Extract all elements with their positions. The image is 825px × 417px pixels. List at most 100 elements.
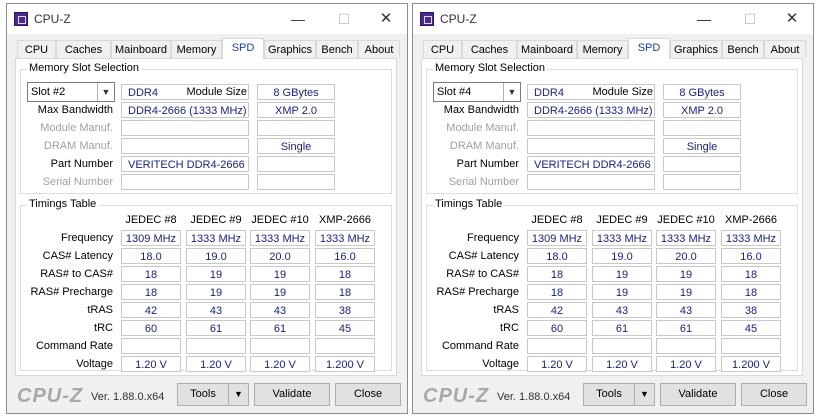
timing-value (315, 338, 375, 354)
slot-select[interactable]: Slot #4 ▼ (433, 82, 521, 102)
tab-cpu[interactable]: CPU (17, 40, 56, 58)
timing-row-label: tRC (94, 322, 113, 334)
module-manuf-label: Module Manuf. (446, 122, 519, 134)
timing-value (186, 338, 246, 354)
registered-value (663, 174, 741, 190)
cpuz-app-icon (420, 12, 434, 26)
window-title: CPU-Z (440, 12, 477, 26)
module-size-label: Module Size (592, 86, 653, 98)
tab-mainboard[interactable]: Mainboard (111, 40, 171, 58)
timings-table-title: Timings Table (27, 198, 99, 210)
dram-manuf-value (527, 138, 655, 154)
timing-value: 18 (721, 266, 781, 282)
memory-slot-selection-group: Memory Slot Selection Slot #2 ▼ DDR4 Module … (20, 62, 392, 194)
timing-value (721, 338, 781, 354)
tools-button[interactable]: Tools ▼ (177, 383, 249, 406)
timing-value: 1.20 V (186, 356, 246, 372)
tab-graphics[interactable]: Graphics (670, 40, 722, 58)
timing-value: 1.200 V (315, 356, 375, 372)
minimize-icon[interactable]: — (287, 9, 309, 29)
timing-value: 42 (527, 302, 587, 318)
timing-value (527, 338, 587, 354)
timing-value: 61 (250, 320, 310, 336)
serial-number-label: Serial Number (42, 176, 113, 188)
timing-value: 43 (656, 302, 716, 318)
tools-button[interactable]: Tools ▼ (583, 383, 655, 406)
close-button[interactable]: Close (741, 383, 807, 406)
spd-panel: Memory Slot Selection Slot #2 ▼ DDR4 Module … (15, 58, 397, 376)
timing-value: 16.0 (315, 248, 375, 264)
slot-select[interactable]: Slot #2 ▼ (27, 82, 115, 102)
cpuz-window-right: CPU-Z — ☐ ✕ CPU Caches Mainboard Memory SPD Graph… (412, 3, 814, 414)
tab-memory[interactable]: Memory (577, 40, 628, 58)
tab-about[interactable]: About (358, 40, 400, 58)
tab-graphics[interactable]: Graphics (264, 40, 316, 58)
timing-value: 61 (186, 320, 246, 336)
maximize-icon[interactable]: ☐ (333, 9, 355, 29)
tab-about[interactable]: About (764, 40, 806, 58)
memory-slot-selection-title: Memory Slot Selection (27, 62, 142, 74)
timing-column-header: JEDEC #8 (531, 214, 583, 226)
timing-value: 45 (315, 320, 375, 336)
timing-row-label: RAS# Precharge (436, 286, 519, 298)
part-number-value: VERITECH DDR4-2666 (121, 156, 249, 172)
timing-value: 1333 MHz (721, 230, 781, 246)
timing-value: 1.20 V (250, 356, 310, 372)
tab-mainboard[interactable]: Mainboard (517, 40, 577, 58)
tab-spd[interactable]: SPD (222, 38, 264, 59)
max-bandwidth-label: Max Bandwidth (443, 104, 519, 116)
timing-value: 1.200 V (721, 356, 781, 372)
dropdown-arrow-icon[interactable]: ▼ (228, 384, 248, 405)
timing-value: 19 (250, 284, 310, 300)
timing-column-header: JEDEC #9 (596, 214, 648, 226)
validate-button[interactable]: Validate (660, 383, 736, 406)
cpuz-logo: CPU-Z (423, 385, 490, 407)
timing-column-header: JEDEC #9 (190, 214, 242, 226)
timing-value: 1.20 V (527, 356, 587, 372)
tab-memory[interactable]: Memory (171, 40, 222, 58)
timing-value: 19 (186, 284, 246, 300)
timing-value: 1333 MHz (656, 230, 716, 246)
ranks-value: Single (663, 138, 741, 154)
tab-cpu[interactable]: CPU (423, 40, 462, 58)
max-bandwidth-value: DDR4-2666 (1333 MHz) (121, 102, 249, 118)
module-size-value: 8 GBytes (663, 84, 741, 100)
maximize-icon[interactable]: ☐ (739, 9, 761, 29)
timing-value: 18 (527, 266, 587, 282)
timing-value: 19 (656, 266, 716, 282)
tab-bench[interactable]: Bench (316, 40, 358, 58)
tab-caches[interactable]: Caches (56, 40, 111, 58)
timings-table-title: Timings Table (433, 198, 505, 210)
chevron-down-icon[interactable]: ▼ (97, 83, 114, 101)
timing-value: 43 (250, 302, 310, 318)
part-number-label: Part Number (456, 158, 519, 170)
close-button[interactable]: Close (335, 383, 401, 406)
minimize-icon[interactable]: — (693, 9, 715, 29)
timing-value: 18 (121, 284, 181, 300)
serial-number-label: Serial Number (448, 176, 519, 188)
timing-value: 60 (527, 320, 587, 336)
timing-value (250, 338, 310, 354)
slot-select-value: Slot #4 (437, 86, 472, 98)
cpuz-window-left: CPU-Z — ☐ ✕ CPU Caches Mainboard Memory SPD Graph… (6, 3, 408, 414)
chevron-down-icon[interactable]: ▼ (503, 83, 520, 101)
validate-button[interactable]: Validate (254, 383, 330, 406)
timing-row-label: Frequency (467, 232, 519, 244)
tab-caches[interactable]: Caches (462, 40, 517, 58)
timing-value: 1.20 V (121, 356, 181, 372)
tab-bench[interactable]: Bench (722, 40, 764, 58)
timing-column-header: XMP-2666 (725, 214, 777, 226)
dropdown-arrow-icon[interactable]: ▼ (634, 384, 654, 405)
close-icon[interactable]: ✕ (781, 9, 803, 29)
timing-column-header: JEDEC #8 (125, 214, 177, 226)
timing-value: 20.0 (250, 248, 310, 264)
tab-spd[interactable]: SPD (628, 38, 670, 59)
timing-value: 61 (592, 320, 652, 336)
timing-row-label: tRC (500, 322, 519, 334)
spd-ext-value: XMP 2.0 (257, 102, 335, 118)
timing-value: 61 (656, 320, 716, 336)
timing-row-label: CAS# Latency (42, 250, 113, 262)
timing-value: 1.20 V (656, 356, 716, 372)
close-icon[interactable]: ✕ (375, 9, 397, 29)
timing-value: 38 (315, 302, 375, 318)
